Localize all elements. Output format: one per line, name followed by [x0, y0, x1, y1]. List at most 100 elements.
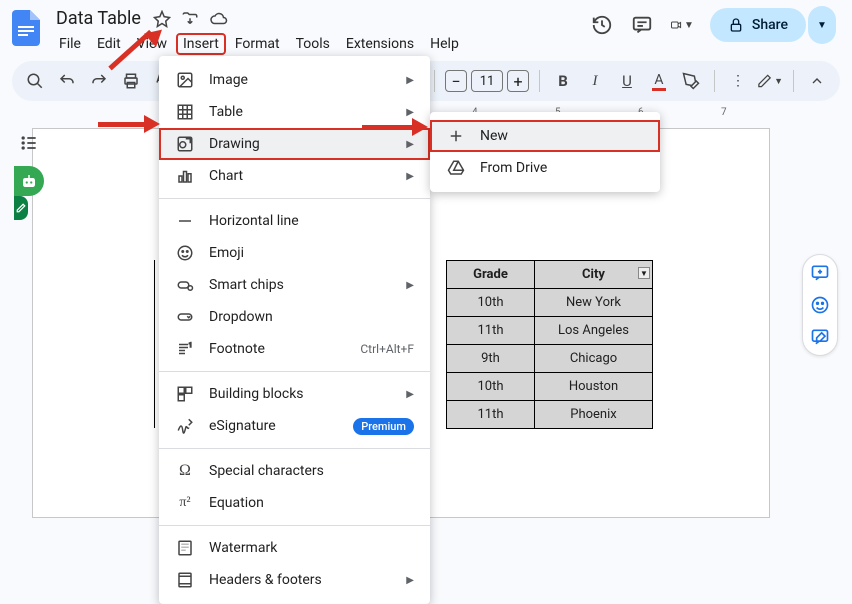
chevron-right-icon: ▶ [406, 75, 414, 86]
menu-item-headers-footers[interactable]: Headers & footers▶ [159, 564, 430, 596]
font-size-input[interactable]: 11 [471, 70, 503, 92]
chevron-right-icon: ▶ [406, 107, 414, 118]
esignature-icon [175, 416, 195, 436]
column-dropdown-icon[interactable]: ▼ [638, 267, 650, 279]
menu-tools[interactable]: Tools [289, 33, 337, 55]
italic-icon[interactable]: I [582, 68, 608, 94]
menu-item-footnote[interactable]: 1FootnoteCtrl+Alt+F [159, 333, 430, 365]
docs-logo[interactable] [8, 6, 44, 50]
table-icon [175, 102, 195, 122]
chevron-right-icon: ▶ [406, 171, 414, 182]
drawing-submenu: New From Drive [430, 112, 660, 192]
menu-item-special-characters[interactable]: ΩSpecial characters [159, 455, 430, 487]
chevron-right-icon: ▶ [406, 575, 414, 586]
submenu-item-new[interactable]: New [430, 120, 660, 152]
outline-ai-icon[interactable] [14, 166, 44, 196]
bold-icon[interactable]: B [550, 68, 576, 94]
floating-toolbar [802, 254, 838, 356]
menu-extensions[interactable]: Extensions [339, 33, 421, 55]
table-header: Grade [473, 267, 508, 282]
submenu-item-from-drive[interactable]: From Drive [430, 152, 660, 184]
cloud-icon[interactable] [209, 10, 229, 28]
font-size-decrease[interactable]: − [445, 70, 467, 92]
meet-icon[interactable]: ▼ [670, 13, 694, 37]
insert-menu-dropdown: Image▶ Table▶ Drawing▶ Chart▶ Horizontal… [159, 56, 430, 604]
drive-icon [446, 158, 466, 178]
special-characters-icon: Ω [175, 461, 195, 481]
add-comment-icon[interactable] [810, 263, 830, 283]
drawing-icon [175, 134, 195, 154]
building-blocks-icon [175, 384, 195, 404]
app-header: Data Table File Edit View Insert Format … [0, 0, 852, 55]
menu-edit[interactable]: Edit [90, 33, 128, 55]
menu-item-emoji[interactable]: Emoji [159, 237, 430, 269]
menu-item-smart-chips[interactable]: Smart chips▶ [159, 269, 430, 301]
menu-item-drawing[interactable]: Drawing▶ [159, 128, 430, 160]
footnote-icon: 1 [175, 339, 195, 359]
menu-item-table[interactable]: Table▶ [159, 96, 430, 128]
menu-item-chart[interactable]: Chart▶ [159, 160, 430, 192]
table-cell[interactable]: New York [535, 289, 653, 317]
table-cell[interactable]: Houston [535, 373, 653, 401]
menu-insert[interactable]: Insert [176, 33, 226, 55]
outline-tab-icon[interactable] [14, 196, 28, 220]
font-size-increase[interactable]: + [507, 70, 529, 92]
data-table[interactable]: Grade City▼ 10thNew York 11thLos Angeles… [446, 260, 653, 429]
text-color-icon[interactable]: A [646, 68, 672, 94]
redo-icon[interactable] [86, 68, 112, 94]
equation-icon: π² [175, 493, 195, 513]
comment-icon[interactable] [630, 13, 654, 37]
undo-icon[interactable] [54, 68, 80, 94]
table-cell[interactable]: 11th [447, 401, 535, 429]
menu-item-image[interactable]: Image▶ [159, 64, 430, 96]
dropdown-icon [175, 307, 195, 327]
table-edge [154, 260, 155, 428]
chevron-right-icon: ▶ [406, 389, 414, 400]
horizontal-line-icon [175, 211, 195, 231]
table-header: City [582, 267, 605, 282]
print-icon[interactable] [118, 68, 144, 94]
menu-bar: File Edit View Insert Format Tools Exten… [52, 33, 466, 55]
menu-item-esignature[interactable]: eSignaturePremium [159, 410, 430, 442]
shortcut-label: Ctrl+Alt+F [360, 342, 414, 356]
table-cell[interactable]: 10th [447, 373, 535, 401]
document-title[interactable]: Data Table [52, 6, 145, 31]
move-icon[interactable] [181, 10, 199, 28]
suggest-icon[interactable] [810, 327, 830, 347]
table-cell[interactable]: Chicago [535, 345, 653, 373]
highlight-icon[interactable] [678, 68, 704, 94]
search-icon[interactable] [22, 68, 48, 94]
watermark-icon [175, 538, 195, 558]
plus-icon [446, 126, 466, 146]
image-icon [175, 70, 195, 90]
share-label: Share [752, 17, 788, 33]
underline-icon[interactable]: U [614, 68, 640, 94]
table-cell[interactable]: Los Angeles [535, 317, 653, 345]
more-icon[interactable]: ⋮ [725, 68, 751, 94]
table-cell[interactable]: 9th [447, 345, 535, 373]
menu-item-building-blocks[interactable]: Building blocks▶ [159, 378, 430, 410]
menu-file[interactable]: File [52, 33, 88, 55]
table-cell[interactable]: 10th [447, 289, 535, 317]
premium-badge: Premium [353, 418, 414, 435]
svg-text:1: 1 [189, 342, 192, 349]
collapse-icon[interactable] [804, 68, 830, 94]
menu-item-dropdown[interactable]: Dropdown [159, 301, 430, 333]
menu-item-horizontal-line[interactable]: Horizontal line [159, 205, 430, 237]
history-icon[interactable] [590, 13, 614, 37]
menu-help[interactable]: Help [423, 33, 466, 55]
share-button[interactable]: Share [710, 8, 806, 42]
table-cell[interactable]: 11th [447, 317, 535, 345]
share-dropdown[interactable]: ▼ [808, 6, 836, 44]
menu-item-equation[interactable]: π²Equation [159, 487, 430, 519]
table-cell[interactable]: Phoenix [535, 401, 653, 429]
edit-mode-icon[interactable]: ▼ [757, 68, 783, 94]
menu-item-watermark[interactable]: Watermark [159, 532, 430, 564]
smart-chips-icon [175, 275, 195, 295]
chart-icon [175, 166, 195, 186]
headers-footers-icon [175, 570, 195, 590]
chevron-right-icon: ▶ [406, 280, 414, 291]
outline-list-icon[interactable] [14, 128, 44, 158]
emoji-react-icon[interactable] [810, 295, 830, 315]
menu-format[interactable]: Format [228, 33, 287, 55]
